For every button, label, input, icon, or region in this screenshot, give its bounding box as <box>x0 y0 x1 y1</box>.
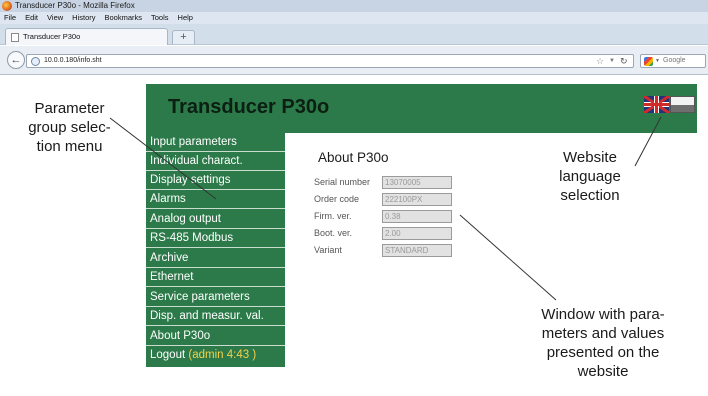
menu-history[interactable]: History <box>72 12 95 24</box>
page-icon <box>11 33 19 42</box>
order-code-field: 222100PX <box>382 193 452 206</box>
menu-item-disp-measur-val[interactable]: Disp. and measur. val. <box>146 307 285 326</box>
window-callout-line: website <box>577 363 629 380</box>
globe-icon <box>31 57 40 66</box>
tab-label: Transducer P30o <box>23 32 81 41</box>
navigation-bar: ← 10.0.0.180/info.sht ☆ ▼ ↻ ▼ Google <box>0 46 708 75</box>
site-header: Transducer P30o <box>146 84 697 133</box>
menu-edit[interactable]: Edit <box>25 12 38 24</box>
menu-item-individual-charact[interactable]: Individual charact. <box>146 152 285 171</box>
menu-callout-line: tion menu <box>36 138 103 155</box>
boot-version-field: 2.00 <box>382 227 452 240</box>
window-callout-line: presented on the <box>546 344 660 361</box>
menu-item-rs485-modbus[interactable]: RS-485 Modbus <box>146 229 285 248</box>
menu-item-alarms[interactable]: Alarms <box>146 190 285 209</box>
polish-flag-icon[interactable] <box>670 96 695 113</box>
variant-field: STANDARD <box>382 244 452 257</box>
menu-callout: Parameter group selec- tion menu <box>17 99 122 156</box>
logout-label: Logout <box>150 349 186 361</box>
menu-file[interactable]: File <box>4 12 16 24</box>
menu-item-ethernet[interactable]: Ethernet <box>146 268 285 287</box>
window-leader-line <box>459 214 557 301</box>
url-text: 10.0.0.180/info.sht <box>44 57 102 64</box>
session-info: (admin 4:43 ) <box>188 349 257 361</box>
variant-label: Variant <box>314 245 342 255</box>
window-titlebar: Transducer P30o - Mozilla Firefox <box>0 0 708 12</box>
window-callout-line: meters and values <box>541 325 665 342</box>
url-bar[interactable]: 10.0.0.180/info.sht ☆ ▼ ↻ <box>26 54 634 68</box>
menu-bookmarks[interactable]: Bookmarks <box>105 12 143 24</box>
window-callout: Window with para- meters and values pres… <box>513 305 693 381</box>
english-flag-icon[interactable] <box>644 96 669 113</box>
firmware-version-field: 0.38 <box>382 210 452 223</box>
serial-number-label: Serial number <box>314 177 371 187</box>
back-button[interactable]: ← <box>7 51 25 69</box>
new-tab-button[interactable]: + <box>172 30 195 44</box>
search-engine-caret-icon[interactable]: ▼ <box>655 55 660 67</box>
browser-menubar: File Edit View History Bookmarks Tools H… <box>0 12 708 24</box>
menu-item-service-parameters[interactable]: Service parameters <box>146 288 285 307</box>
menu-view[interactable]: View <box>47 12 63 24</box>
menu-item-input-parameters[interactable]: Input parameters <box>146 133 285 152</box>
parameter-group-menu: Input parameters Individual charact. Dis… <box>146 133 285 367</box>
language-callout-line: selection <box>560 187 620 204</box>
boot-version-label: Boot. ver. <box>314 228 353 238</box>
menu-callout-line: Parameter <box>34 100 105 117</box>
star-icon[interactable]: ☆ <box>596 55 604 67</box>
serial-number-field: 13070005 <box>382 176 452 189</box>
menu-callout-line: group selec- <box>28 119 111 136</box>
window-title: Transducer P30o - Mozilla Firefox <box>15 1 135 10</box>
tab-transducer[interactable]: Transducer P30o <box>5 28 168 45</box>
menu-item-archive[interactable]: Archive <box>146 249 285 268</box>
window-callout-line: Window with para- <box>541 306 665 323</box>
menu-item-analog-output[interactable]: Analog output <box>146 210 285 229</box>
dropdown-arrow-icon[interactable]: ▼ <box>609 55 615 67</box>
google-icon <box>644 57 653 66</box>
reload-icon[interactable]: ↻ <box>620 55 628 67</box>
menu-item-display-settings[interactable]: Display settings <box>146 171 285 190</box>
menu-item-logout[interactable]: Logout (admin 4:43 ) <box>146 346 285 365</box>
menu-tools[interactable]: Tools <box>151 12 169 24</box>
tab-strip: Transducer P30o + <box>0 24 708 45</box>
menu-help[interactable]: Help <box>178 12 193 24</box>
firefox-logo-icon <box>2 1 12 11</box>
language-callout-line: language <box>559 168 621 185</box>
language-callout-line: Website <box>563 149 617 166</box>
menu-item-about-p30o[interactable]: About P30o <box>146 327 285 346</box>
search-box[interactable]: ▼ Google <box>640 54 706 68</box>
firmware-version-label: Firm. ver. <box>314 211 352 221</box>
site-title: Transducer P30o <box>168 96 330 118</box>
content-title: About P30o <box>318 150 389 165</box>
back-arrow-icon: ← <box>10 54 22 66</box>
search-placeholder: Google <box>663 57 686 64</box>
order-code-label: Order code <box>314 194 360 204</box>
language-callout: Website language selection <box>540 148 640 205</box>
